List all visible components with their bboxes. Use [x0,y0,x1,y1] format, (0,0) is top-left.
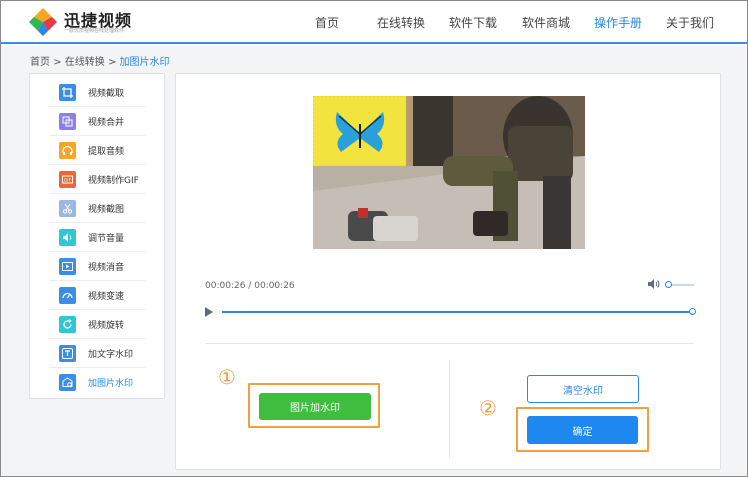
top-header: 迅捷视频 一款优质视频在线处理软件 首页 在线转换 软件下载 软件商城 操作手册… [0,0,748,44]
sidebar-item-video-mute[interactable]: 视频消音 [49,252,145,281]
nav-online-convert[interactable]: 在线转换 [377,14,425,31]
divider [449,360,450,458]
sidebar-item-label: 提取音频 [88,147,125,157]
divider [205,343,694,344]
nav-software-download[interactable]: 软件下载 [449,14,497,31]
sidebar-item-label: 加文字水印 [88,350,134,360]
breadcrumb-home[interactable]: 首页 [30,57,50,68]
sidebar-item-label: 视频变速 [88,292,125,302]
nav-home[interactable]: 首页 [315,14,339,31]
nav-manual[interactable]: 操作手册 [594,14,642,31]
sidebar-item-extract-audio[interactable]: 提取音频 [49,136,145,165]
sidebar-item-label: 视频截图 [88,205,125,215]
progress-knob[interactable] [689,308,696,315]
sidebar-item-label: 视频截取 [88,89,125,99]
breadcrumb: 首页 > 在线转换 > 加图片水印 [30,53,170,68]
current-time: 00:00:26 [205,281,246,291]
sidebar-item-text-watermark[interactable]: 加文字水印 [49,339,145,368]
sidebar-item-label: 视频制作GIF [88,176,139,186]
sidebar-item-video-speed[interactable]: 视频变速 [49,281,145,310]
breadcrumb-sep: > [53,57,62,68]
total-time: 00:00:26 [254,281,295,291]
add-image-watermark-button[interactable]: 图片加水印 [259,393,371,420]
sidebar-item-label: 视频合并 [88,118,125,128]
gif-icon: GIF [59,171,76,188]
time-display: 00:00:26 / 00:00:26 [205,281,295,291]
sidebar-item-image-watermark[interactable]: 加图片水印 [49,368,145,397]
play-icon[interactable] [205,307,213,317]
volume-knob[interactable] [665,281,672,288]
sidebar-item-label: 视频消音 [88,263,125,273]
image-watermark-icon [59,374,76,391]
nav-about[interactable]: 关于我们 [666,14,714,31]
breadcrumb-current: 加图片水印 [119,57,170,68]
nav-software-store[interactable]: 软件商城 [522,14,570,31]
breadcrumb-section[interactable]: 在线转换 [65,57,105,68]
brand-logo[interactable] [28,7,58,37]
clear-watermark-button[interactable]: 清空水印 [527,375,639,403]
time-separator: / [248,281,252,291]
sidebar-item-label: 调节音量 [88,234,125,244]
text-icon [59,345,76,362]
volume-icon [59,229,76,246]
tool-sidebar: 视频截取 视频合并 提取音频 GIF 视频制作GIF 视频截图 调节音量 视频消… [29,73,165,399]
brand-tagline: 一款优质视频在线处理软件 [64,28,125,34]
step-1-marker: ① [218,365,236,389]
video-frame [313,96,585,249]
headphones-icon [59,142,76,159]
video-preview[interactable] [313,96,585,249]
svg-text:GIF: GIF [64,178,72,184]
speaker-icon[interactable] [648,279,660,289]
sidebar-item-video-merge[interactable]: 视频合并 [49,107,145,136]
sidebar-item-label: 视频旋转 [88,321,125,331]
crop-icon [59,84,76,101]
step-2-marker: ② [479,396,497,420]
breadcrumb-sep: > [107,57,117,68]
sidebar-item-video-gif[interactable]: GIF 视频制作GIF [49,165,145,194]
sidebar-item-video-screenshot[interactable]: 视频截图 [49,194,145,223]
progress-bar[interactable] [222,311,692,313]
merge-icon [59,113,76,130]
sidebar-item-video-rotate[interactable]: 视频旋转 [49,310,145,339]
rotate-icon [59,316,76,333]
sidebar-item-label: 加图片水印 [88,379,134,389]
confirm-button[interactable]: 确定 [527,416,638,444]
scissors-icon [59,200,76,217]
sidebar-item-adjust-volume[interactable]: 调节音量 [49,223,145,252]
speed-icon [59,287,76,304]
sidebar-item-video-cut[interactable]: 视频截取 [49,78,145,107]
mute-icon [59,258,76,275]
